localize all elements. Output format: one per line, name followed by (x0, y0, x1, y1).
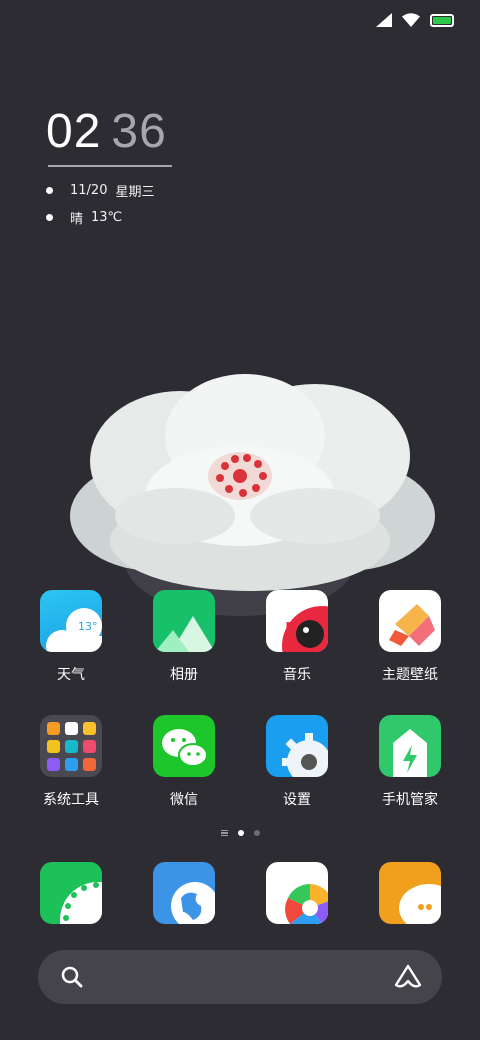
app-themes[interactable]: 主题壁纸 (362, 590, 458, 684)
page-dot[interactable] (253, 830, 260, 836)
themes-icon (379, 590, 441, 652)
dock-browser[interactable] (136, 862, 232, 924)
app-label: 主题壁纸 (382, 667, 438, 683)
folder-icon (40, 715, 102, 777)
search-icon[interactable] (60, 965, 84, 989)
weather-badge: 13° (78, 620, 98, 633)
browser-icon (153, 862, 215, 924)
settings-icon (266, 715, 328, 777)
app-label: 微信 (170, 792, 198, 808)
clock-time[interactable]: 02 36 (46, 106, 167, 158)
weather-row: 晴 13℃ (46, 208, 122, 227)
clock-minute: 36 (111, 105, 167, 158)
app-wechat[interactable]: 微信 (136, 715, 232, 809)
security-icon (379, 715, 441, 777)
messages-icon (379, 862, 441, 924)
dock-messages[interactable] (362, 862, 458, 924)
weather-icon: 13° (40, 590, 102, 652)
bullet-icon (46, 187, 53, 194)
app-weather[interactable]: 13° 天气 (23, 590, 119, 684)
dock-camera[interactable] (249, 862, 345, 924)
app-label: 手机管家 (382, 792, 438, 808)
camera-icon (266, 862, 328, 924)
app-music[interactable]: 音乐 (249, 590, 345, 684)
assistant-icon[interactable] (394, 963, 422, 989)
weather-text: 晴 (70, 212, 84, 227)
weekday-text: 星期三 (115, 185, 155, 200)
signal-icon (376, 13, 392, 27)
app-security[interactable]: 手机管家 (362, 715, 458, 809)
date-text: 11/20 (70, 183, 108, 198)
app-gallery[interactable]: 相册 (136, 590, 232, 684)
search-bar[interactable] (38, 950, 442, 1004)
wifi-icon (402, 13, 420, 27)
app-label: 音乐 (283, 667, 311, 683)
app-label: 系统工具 (43, 792, 99, 808)
app-label: 设置 (283, 792, 311, 808)
gallery-icon (153, 590, 215, 652)
app-folder-system-tools[interactable]: 系统工具 (23, 715, 119, 809)
clock-hour: 02 (46, 105, 102, 158)
temperature-text: 13℃ (91, 210, 123, 225)
bullet-icon (46, 214, 53, 221)
battery-icon (430, 13, 454, 27)
phone-icon (40, 862, 102, 924)
page-indicator[interactable] (0, 830, 480, 836)
date-row: 11/20 星期三 (46, 181, 154, 200)
dock-phone[interactable] (23, 862, 119, 924)
app-settings[interactable]: 设置 (249, 715, 345, 809)
feed-page-icon[interactable] (220, 830, 228, 836)
status-bar (376, 10, 454, 30)
wechat-icon (153, 715, 215, 777)
clock-divider (48, 165, 172, 167)
page-dot-active[interactable] (237, 830, 244, 836)
app-label: 天气 (57, 667, 85, 683)
music-icon (266, 590, 328, 652)
app-label: 相册 (170, 667, 198, 683)
